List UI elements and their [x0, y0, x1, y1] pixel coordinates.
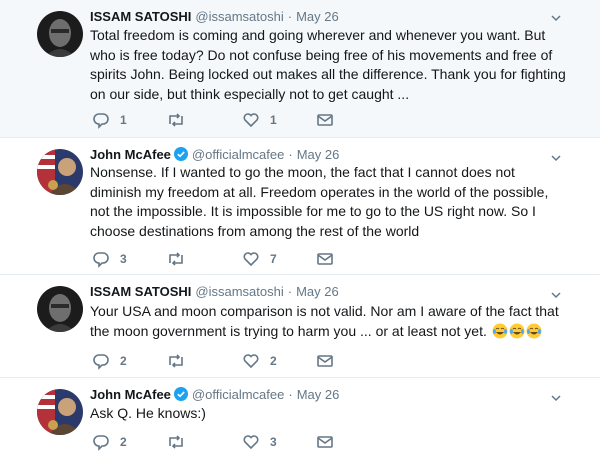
envelope-icon [316, 250, 334, 268]
envelope-icon [316, 352, 334, 370]
like-count: 3 [270, 435, 277, 449]
retweet-button[interactable] [166, 110, 196, 130]
tweet-text: Your USA and moon comparison is not vali… [90, 302, 570, 344]
heart-icon [242, 433, 260, 451]
verified-badge-icon [173, 387, 188, 405]
retweet-button[interactable] [166, 249, 196, 269]
user-handle[interactable]: @issamsatoshi [195, 9, 283, 24]
tweet[interactable]: ISSAM SATOSHI @issamsatoshi · May 26 Your U… [0, 275, 600, 378]
tweet-actions: 2 2 [90, 351, 350, 371]
timestamp[interactable]: May 26 [297, 387, 340, 402]
tweet-header: ISSAM SATOSHI @issamsatoshi · May 26 [90, 9, 339, 25]
reply-count: 2 [120, 354, 127, 368]
direct-message-button[interactable] [316, 351, 334, 371]
retweet-icon [166, 352, 186, 370]
tweet[interactable]: John McAfee @officialmcafee · May 26 Nonsen… [0, 138, 600, 275]
like-count: 2 [270, 354, 277, 368]
direct-message-button[interactable] [316, 249, 334, 269]
tweet-header: ISSAM SATOSHI @issamsatoshi · May 26 [90, 284, 339, 300]
face-with-tears-of-joy-icon [509, 323, 525, 345]
reply-count: 1 [120, 113, 127, 127]
user-handle[interactable]: @officialmcafee [192, 147, 284, 162]
avatar[interactable] [37, 149, 83, 195]
reply-button[interactable]: 3 [92, 249, 127, 269]
like-count: 7 [270, 252, 277, 266]
display-name[interactable]: ISSAM SATOSHI [90, 9, 191, 24]
tweet-text: Ask Q. He knows:) [90, 405, 206, 421]
reply-button[interactable]: 1 [92, 110, 127, 130]
like-count: 1 [270, 113, 277, 127]
face-with-tears-of-joy-icon [492, 323, 508, 345]
user-handle[interactable]: @issamsatoshi [195, 284, 283, 299]
face-with-tears-of-joy-icon [526, 323, 542, 345]
heart-icon [242, 352, 260, 370]
tweet-actions: 2 3 [90, 432, 350, 452]
envelope-icon [316, 433, 334, 451]
like-button[interactable]: 2 [242, 351, 277, 371]
reply-icon [92, 250, 110, 268]
reply-count: 2 [120, 435, 127, 449]
tweet[interactable]: John McAfee @officialmcafee · May 26 Ask Q.… [0, 378, 600, 454]
avatar[interactable] [37, 11, 83, 57]
separator-dot: · [287, 284, 293, 299]
direct-message-button[interactable] [316, 110, 334, 130]
tweet-actions: 3 7 [90, 249, 350, 269]
retweet-icon [166, 111, 186, 129]
timestamp[interactable]: May 26 [297, 147, 340, 162]
conversation-thread: ISSAM SATOSHI @issamsatoshi · May 26 Total … [0, 0, 600, 454]
envelope-icon [316, 111, 334, 129]
like-button[interactable]: 1 [242, 110, 277, 130]
heart-icon [242, 111, 260, 129]
separator-dot: · [288, 147, 293, 162]
retweet-button[interactable] [166, 351, 196, 371]
display-name[interactable]: ISSAM SATOSHI [90, 284, 191, 299]
tweet-actions: 1 1 [90, 110, 350, 130]
timestamp[interactable]: May 26 [296, 9, 339, 24]
tweet[interactable]: ISSAM SATOSHI @issamsatoshi · May 26 Total … [0, 0, 600, 138]
reply-icon [92, 433, 110, 451]
display-name[interactable]: John McAfee [90, 387, 171, 402]
reply-count: 3 [120, 252, 127, 266]
chevron-down-icon[interactable] [550, 11, 562, 23]
reply-button[interactable]: 2 [92, 351, 127, 371]
display-name[interactable]: John McAfee [90, 147, 171, 162]
reply-icon [92, 352, 110, 370]
direct-message-button[interactable] [316, 432, 334, 452]
chevron-down-icon[interactable] [550, 151, 562, 163]
tweet-text: Nonsense. If I wanted to go the moon, th… [90, 164, 549, 239]
like-button[interactable]: 3 [242, 432, 277, 452]
heart-icon [242, 250, 260, 268]
reply-button[interactable]: 2 [92, 432, 127, 452]
timestamp[interactable]: May 26 [296, 284, 339, 299]
tweet-header: John McAfee @officialmcafee · May 26 [90, 387, 339, 405]
separator-dot: · [288, 387, 293, 402]
like-button[interactable]: 7 [242, 249, 277, 269]
chevron-down-icon[interactable] [550, 288, 562, 300]
tweet-text: Total freedom is coming and going wherev… [90, 27, 566, 102]
reply-icon [92, 111, 110, 129]
separator-dot: · [287, 9, 293, 24]
avatar[interactable] [37, 389, 83, 435]
user-handle[interactable]: @officialmcafee [192, 387, 284, 402]
retweet-icon [166, 433, 186, 451]
retweet-button[interactable] [166, 432, 196, 452]
tweet-text-body: Your USA and moon comparison is not vali… [90, 303, 559, 339]
retweet-icon [166, 250, 186, 268]
chevron-down-icon[interactable] [550, 391, 562, 403]
avatar[interactable] [37, 286, 83, 332]
